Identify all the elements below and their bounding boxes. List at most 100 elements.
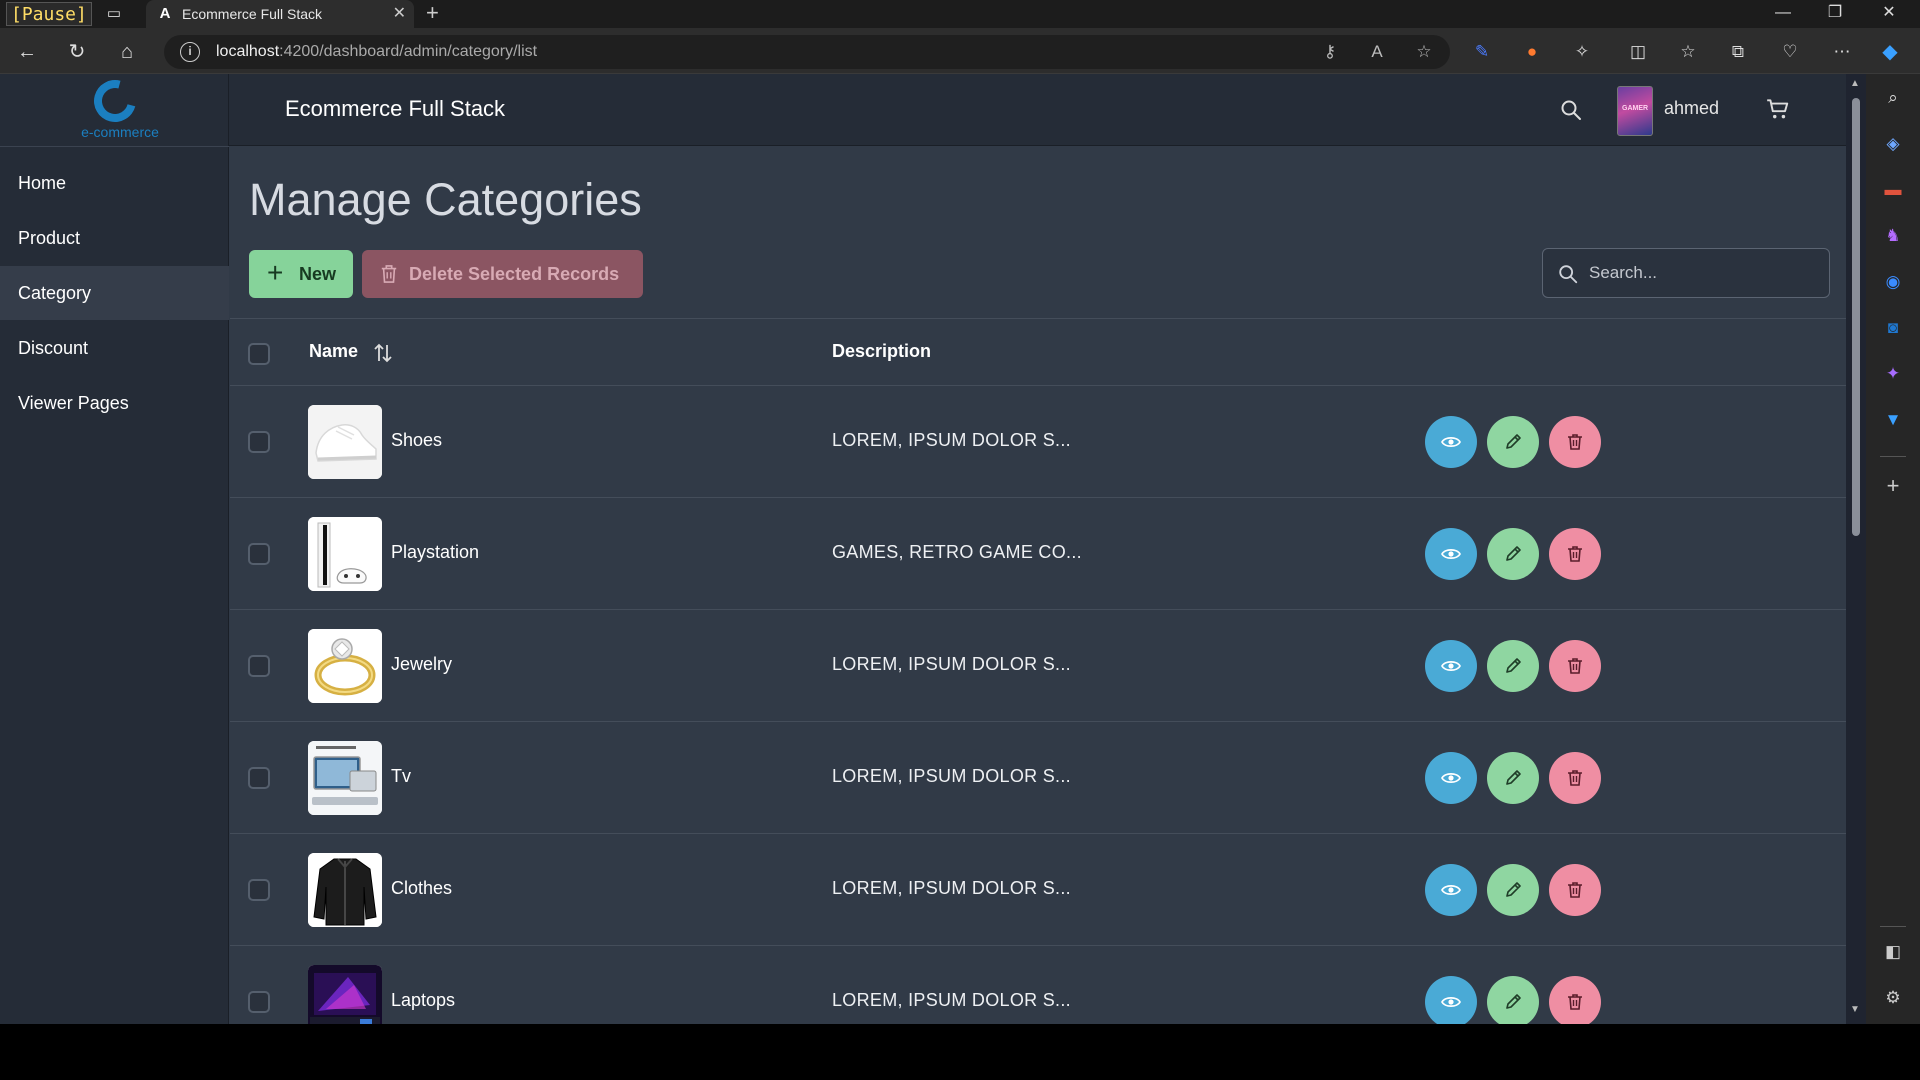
trash-icon bbox=[1568, 882, 1582, 898]
view-button[interactable] bbox=[1425, 864, 1477, 916]
search-input[interactable] bbox=[1589, 249, 1819, 297]
games-icon[interactable]: ♞ bbox=[1881, 224, 1905, 248]
view-button[interactable] bbox=[1425, 416, 1477, 468]
sidebar-divider bbox=[0, 146, 229, 147]
brand-title[interactable]: Ecommerce Full Stack bbox=[285, 96, 505, 122]
sort-icon[interactable] bbox=[372, 341, 394, 365]
key-icon[interactable]: ⚷ bbox=[1319, 42, 1341, 62]
table-row: Clothes LOREM, IPSUM DOLOR S... bbox=[230, 834, 1846, 946]
cell-description: LOREM, IPSUM DOLOR S... bbox=[832, 990, 1071, 1010]
table-row: Shoes LOREM, IPSUM DOLOR S... bbox=[230, 386, 1846, 498]
scroll-down-arrow-icon[interactable]: ▼ bbox=[1850, 1004, 1860, 1015]
row-checkbox[interactable] bbox=[248, 655, 270, 677]
shopping-tag-icon[interactable]: ◈ bbox=[1881, 132, 1905, 156]
table-search[interactable] bbox=[1542, 248, 1830, 298]
row-checkbox[interactable] bbox=[248, 767, 270, 789]
cell-description: LOREM, IPSUM DOLOR S... bbox=[832, 654, 1071, 674]
orange-extension-icon[interactable]: ● bbox=[1520, 40, 1544, 64]
site-info-icon[interactable]: i bbox=[180, 42, 200, 62]
view-button[interactable] bbox=[1425, 752, 1477, 804]
pencil-icon bbox=[1506, 770, 1521, 785]
pen-extension-icon[interactable]: ✎ bbox=[1470, 40, 1494, 64]
extensions-icon[interactable]: ✧ bbox=[1570, 40, 1594, 64]
column-header-description[interactable]: Description bbox=[832, 341, 931, 362]
designer-icon[interactable]: ✦ bbox=[1881, 362, 1905, 386]
minimize-icon[interactable]: — bbox=[1768, 2, 1798, 24]
row-checkbox[interactable] bbox=[248, 431, 270, 453]
page-scrollbar[interactable]: ▲ ▼ bbox=[1846, 74, 1866, 1024]
edit-button[interactable] bbox=[1487, 976, 1539, 1024]
search-icon[interactable]: ⌕ bbox=[1881, 86, 1905, 110]
new-tab-icon[interactable]: + bbox=[426, 2, 439, 24]
user-name[interactable]: ahmed bbox=[1664, 98, 1719, 119]
browser-address-bar: ← ↻ ⌂ i localhost:4200/dashboard/admin/c… bbox=[0, 28, 1920, 74]
delete-button[interactable] bbox=[1549, 416, 1601, 468]
ecommerce-logo[interactable]: e-commerce bbox=[60, 74, 170, 146]
tab-actions-icon[interactable]: ▭ bbox=[104, 4, 124, 24]
delete-selected-button[interactable]: Delete Selected Records bbox=[362, 250, 643, 298]
delete-button[interactable] bbox=[1549, 528, 1601, 580]
add-icon[interactable]: + bbox=[1881, 474, 1905, 498]
delete-button[interactable] bbox=[1549, 864, 1601, 916]
eye-icon bbox=[1441, 661, 1461, 671]
restore-icon[interactable]: ❐ bbox=[1820, 2, 1850, 24]
sidebar-toggle-icon[interactable]: ◧ bbox=[1881, 940, 1905, 964]
table-row: Laptops LOREM, IPSUM DOLOR S... bbox=[230, 946, 1846, 1024]
avatar[interactable]: GAMER bbox=[1617, 86, 1653, 136]
sidebar-item-home[interactable]: Home bbox=[0, 156, 229, 210]
delete-button[interactable] bbox=[1549, 976, 1601, 1024]
settings-gear-icon[interactable]: ⚙ bbox=[1881, 986, 1905, 1010]
browser-essentials-icon[interactable]: ♡ bbox=[1778, 40, 1802, 64]
outlook-icon[interactable]: ◙ bbox=[1881, 316, 1905, 340]
collections-icon[interactable]: ⧉ bbox=[1726, 40, 1750, 64]
edit-button[interactable] bbox=[1487, 640, 1539, 692]
home-icon[interactable]: ⌂ bbox=[114, 39, 140, 65]
column-header-name[interactable]: Name bbox=[309, 341, 358, 362]
close-tab-icon[interactable]: ✕ bbox=[393, 4, 406, 24]
copilot-icon[interactable]: ◆ bbox=[1878, 40, 1902, 64]
tab-ecommerce[interactable]: A Ecommerce Full Stack ✕ bbox=[146, 0, 414, 28]
view-button[interactable] bbox=[1425, 528, 1477, 580]
close-window-icon[interactable]: ✕ bbox=[1874, 2, 1904, 24]
reload-icon[interactable]: ↻ bbox=[64, 39, 90, 65]
new-button[interactable]: + New bbox=[249, 250, 353, 298]
tools-icon[interactable]: ▬ bbox=[1881, 178, 1905, 202]
edit-button[interactable] bbox=[1487, 416, 1539, 468]
row-checkbox[interactable] bbox=[248, 543, 270, 565]
back-icon[interactable]: ← bbox=[14, 39, 40, 65]
view-button[interactable] bbox=[1425, 976, 1477, 1024]
view-button[interactable] bbox=[1425, 640, 1477, 692]
plus-icon: + bbox=[267, 257, 284, 288]
category-image-laptops bbox=[308, 965, 382, 1024]
favorites-icon[interactable]: ☆ bbox=[1676, 40, 1700, 64]
category-image-tv bbox=[308, 741, 382, 815]
sidebar-item-viewer-pages[interactable]: Viewer Pages bbox=[0, 376, 229, 430]
edit-button[interactable] bbox=[1487, 864, 1539, 916]
edit-button[interactable] bbox=[1487, 752, 1539, 804]
microsoft-365-icon[interactable]: ◉ bbox=[1881, 270, 1905, 294]
scroll-up-arrow-icon[interactable]: ▲ bbox=[1850, 78, 1860, 89]
drop-icon[interactable]: ▼ bbox=[1881, 408, 1905, 432]
url-field[interactable]: i localhost:4200/dashboard/admin/categor… bbox=[164, 35, 1450, 69]
sidebar-item-product[interactable]: Product bbox=[0, 211, 229, 265]
favorite-star-icon[interactable]: ☆ bbox=[1413, 42, 1435, 62]
select-all-checkbox[interactable] bbox=[248, 343, 270, 365]
rail-divider bbox=[1880, 926, 1906, 927]
more-menu-icon[interactable]: ⋯ bbox=[1830, 40, 1854, 64]
row-checkbox[interactable] bbox=[248, 991, 270, 1013]
delete-button[interactable] bbox=[1549, 640, 1601, 692]
sidebar-item-discount[interactable]: Discount bbox=[0, 321, 229, 375]
read-aloud-icon[interactable]: A bbox=[1366, 42, 1388, 62]
split-screen-icon[interactable]: ◫ bbox=[1626, 40, 1650, 64]
app-page: e-commerce Home Product Category Discoun… bbox=[0, 74, 1846, 1024]
url-text[interactable]: localhost:4200/dashboard/admin/category/… bbox=[216, 43, 537, 61]
sidebar-item-category[interactable]: Category bbox=[0, 266, 229, 320]
delete-button[interactable] bbox=[1549, 752, 1601, 804]
row-checkbox[interactable] bbox=[248, 879, 270, 901]
edit-button[interactable] bbox=[1487, 528, 1539, 580]
pencil-icon bbox=[1506, 994, 1521, 1009]
scroll-thumb[interactable] bbox=[1852, 98, 1860, 536]
logo-mark-icon bbox=[86, 74, 144, 130]
search-icon[interactable] bbox=[1559, 98, 1583, 122]
cart-icon[interactable] bbox=[1765, 96, 1791, 122]
